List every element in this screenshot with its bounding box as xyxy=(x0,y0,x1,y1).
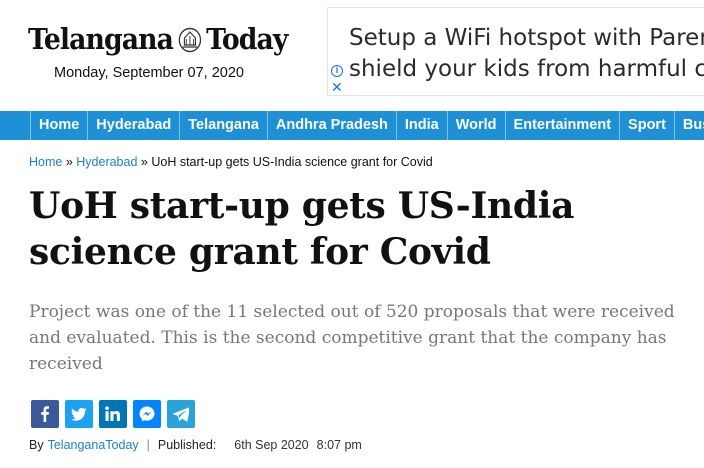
published-date: 6th Sep 2020 xyxy=(234,438,309,452)
main-navigation: Home Hyderabad Telangana Andhra Pradesh Indi… xyxy=(0,111,704,140)
byline-separator: | xyxy=(146,438,150,452)
site-logo[interactable]: Telangana Today xyxy=(28,22,288,56)
messenger-icon xyxy=(139,406,155,422)
facebook-icon xyxy=(41,406,49,422)
telegram-share-button[interactable] xyxy=(167,400,195,428)
advertisement-banner[interactable]: Setup a WiFi hotspot with Parental shiel… xyxy=(327,7,704,96)
linkedin-share-button[interactable] xyxy=(99,400,127,428)
twitter-icon xyxy=(71,407,87,421)
breadcrumb-separator: » xyxy=(65,155,73,169)
facebook-share-button[interactable] xyxy=(31,400,59,428)
nav-item-business[interactable]: Business xyxy=(673,111,704,140)
twitter-share-button[interactable] xyxy=(65,400,93,428)
article-summary: Project was one of the 11 selected out o… xyxy=(29,302,675,374)
nav-item-telangana[interactable]: Telangana xyxy=(179,111,267,140)
breadcrumb: Home » Hyderabad » UoH start-up gets US-… xyxy=(29,155,433,169)
headline-line-1: UoH start-up gets US-India xyxy=(29,185,575,227)
article-byline: By TelanganaToday | Published: 6th Sep 2… xyxy=(29,438,362,452)
logo-text-right: Today xyxy=(206,22,288,56)
logo-text-left: Telangana xyxy=(28,22,174,56)
info-icon[interactable]: i xyxy=(331,65,343,77)
byline-by: By xyxy=(29,438,44,452)
nav-item-sport[interactable]: Sport xyxy=(619,111,674,140)
published-time: 8:07 pm xyxy=(316,438,362,452)
state-emblem-icon xyxy=(178,26,202,53)
published-label: Published: xyxy=(157,438,217,452)
current-date: Monday, September 07, 2020 xyxy=(54,65,244,81)
masthead: Telangana Today Monday, September 07, 20… xyxy=(0,0,704,110)
close-icon[interactable]: ✕ xyxy=(331,80,343,94)
headline-line-2: science grant for Covid xyxy=(29,231,491,273)
nav-items: Home Hyderabad Telangana Andhra Pradesh Indi… xyxy=(30,111,704,140)
breadcrumb-home-link[interactable]: Home xyxy=(29,155,62,169)
share-buttons xyxy=(31,400,195,428)
nav-item-entertainment[interactable]: Entertainment xyxy=(504,111,620,140)
ad-text-line-1[interactable]: Setup a WiFi hotspot with Parental xyxy=(349,25,704,51)
nav-item-world[interactable]: World xyxy=(446,111,505,140)
breadcrumb-section-link[interactable]: Hyderabad xyxy=(76,155,137,169)
author-link[interactable]: TelanganaToday xyxy=(48,438,139,452)
nav-item-andhra-pradesh[interactable]: Andhra Pradesh xyxy=(266,111,396,140)
breadcrumb-current: UoH start-up gets US-India science grant… xyxy=(151,155,433,169)
nav-item-hyderabad[interactable]: Hyderabad xyxy=(87,111,179,140)
breadcrumb-separator: » xyxy=(140,155,148,169)
telegram-icon xyxy=(173,407,189,422)
messenger-share-button[interactable] xyxy=(133,400,161,428)
nav-item-home[interactable]: Home xyxy=(30,111,87,140)
linkedin-icon xyxy=(105,406,120,421)
ad-text-line-2[interactable]: shield your kids from harmful content xyxy=(349,56,704,82)
article-headline: UoH start-up gets US-India science grant… xyxy=(29,183,689,275)
nav-item-india[interactable]: India xyxy=(395,111,447,140)
